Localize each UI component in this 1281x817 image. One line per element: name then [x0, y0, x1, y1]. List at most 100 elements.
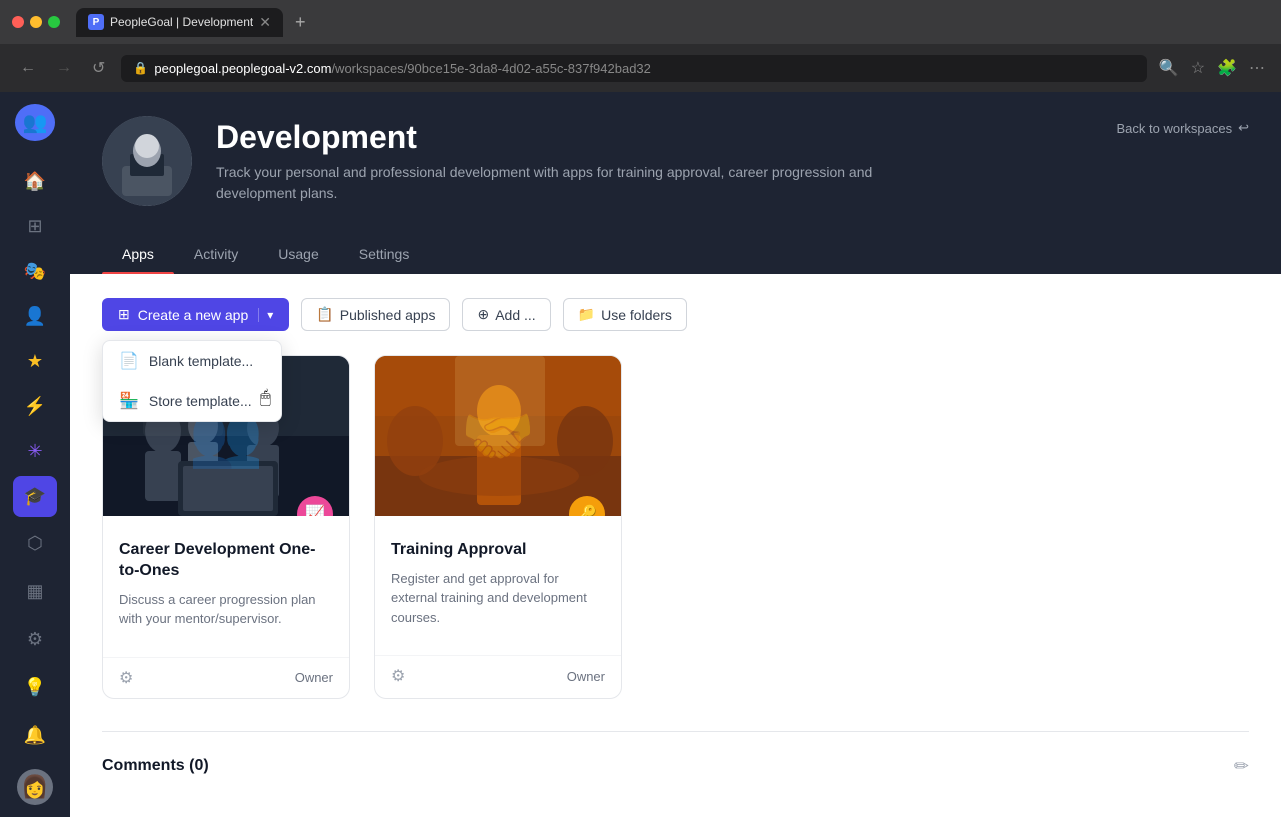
training-card-body: Training Approval Register and get appro… [375, 516, 621, 655]
back-arrow-icon: ↩ [1238, 120, 1249, 136]
extensions-icon[interactable]: 🧩 [1217, 58, 1237, 78]
page-content: ⊞ Create a new app ▾ 📄 Blank template... [70, 274, 1281, 817]
sidebar-item-profile[interactable]: 👤 [13, 296, 57, 337]
use-folders-button[interactable]: 📁 Use folders [563, 298, 687, 331]
blank-template-item[interactable]: 📄 Blank template... [103, 341, 281, 381]
tab-activity[interactable]: Activity [174, 234, 258, 274]
training-app-title: Training Approval [391, 540, 605, 561]
back-label: Back to workspaces [1116, 121, 1232, 136]
store-template-item[interactable]: 🏪 Store template... [103, 381, 281, 421]
browser-tab[interactable]: P PeopleGoal | Development ✕ [76, 8, 283, 37]
minimize-button[interactable] [30, 16, 42, 28]
back-button[interactable]: ← [16, 55, 40, 81]
career-app-title: Career Development One-to-Ones [119, 540, 333, 582]
tab-close-icon[interactable]: ✕ [259, 14, 271, 31]
comments-section: Comments (0) ✏ [102, 731, 1249, 777]
home-icon: 🏠 [24, 171, 46, 192]
add-button[interactable]: ⊕ Add ... [462, 298, 550, 331]
store-template-icon: 🏪 [119, 391, 139, 411]
create-dropdown: 📄 Blank template... 🏪 Store template... [102, 340, 282, 422]
sidebar-item-table[interactable]: ▦ [13, 569, 57, 613]
url-display: peoplegoal.peoplegoal-v2.com/workspaces/… [154, 61, 651, 76]
hex-icon: ⬡ [27, 533, 43, 554]
edit-comment-icon[interactable]: ✏ [1234, 756, 1249, 777]
menu-icon[interactable]: ⋯ [1249, 58, 1265, 78]
tab-apps[interactable]: Apps [102, 234, 174, 274]
career-settings-icon[interactable]: ⚙ [119, 668, 133, 688]
key-icon: 🔑 [577, 504, 597, 516]
star-icon: ★ [27, 351, 43, 372]
main-content: Development Track your personal and prof… [70, 92, 1281, 817]
close-button[interactable] [12, 16, 24, 28]
tab-usage[interactable]: Usage [258, 234, 338, 274]
dropdown-arrow-icon: ▾ [258, 308, 273, 322]
create-new-app-button[interactable]: ⊞ Create a new app ▾ [102, 298, 289, 331]
forward-button[interactable]: → [52, 55, 76, 81]
table-icon: ▦ [26, 581, 43, 602]
career-owner-label: Owner [295, 670, 333, 685]
workspace-description: Track your personal and professional dev… [216, 162, 916, 204]
back-to-workspaces-link[interactable]: Back to workspaces ↩ [1116, 116, 1249, 136]
apps-toolbar: ⊞ Create a new app ▾ 📄 Blank template... [102, 298, 1249, 331]
traffic-lights [12, 16, 60, 28]
sidebar-item-settings[interactable]: ⚙ [13, 617, 57, 661]
tab-favicon: P [88, 14, 104, 30]
published-icon: 📋 [316, 306, 333, 323]
refresh-button[interactable]: ↺ [88, 54, 109, 82]
career-app-desc: Discuss a career progression plan with y… [119, 590, 333, 629]
trend-icon: 📈 [305, 504, 325, 516]
new-tab-button[interactable]: + [295, 12, 306, 33]
training-app-desc: Register and get approval for external t… [391, 569, 605, 628]
folder-icon: 📁 [578, 306, 595, 323]
add-icon: ⊕ [477, 306, 489, 323]
sidebar-item-integrations[interactable]: ✳ [13, 431, 57, 472]
sidebar-item-structure[interactable]: ⬡ [13, 521, 57, 565]
sidebar-item-people[interactable]: 🎭 [13, 251, 57, 292]
logo-icon: 👥 [23, 110, 48, 135]
sidebar-item-home[interactable]: 🏠 [13, 161, 57, 202]
sidebar-item-development[interactable]: 🎓 [13, 476, 57, 517]
asterisk-icon: ✳ [27, 441, 42, 462]
workspace-avatar [102, 116, 192, 206]
workspace-header: Development Track your personal and prof… [70, 92, 1281, 274]
gear-icon: ⚙ [27, 629, 43, 650]
card-image-training: 🔑 [375, 356, 621, 516]
comments-title: Comments (0) [102, 757, 209, 775]
sidebar-item-favorites[interactable]: ★ [13, 341, 57, 382]
sidebar: 👥 🏠 ⊞ 🎭 👤 ★ ⚡ ✳ 🎓 [0, 92, 70, 817]
bell-icon: 🔔 [24, 725, 46, 746]
graduation-icon: 🎓 [24, 486, 46, 507]
sidebar-item-apps[interactable]: ⊞ [13, 206, 57, 247]
user-avatar-icon: 👩 [21, 774, 48, 800]
user-avatar[interactable]: 👩 [17, 769, 53, 805]
sidebar-item-lightbulb[interactable]: 💡 [13, 665, 57, 709]
workspace-tabs: Apps Activity Usage Settings [102, 234, 1249, 274]
grid-icon: ⊞ [27, 216, 42, 237]
address-bar[interactable]: 🔒 peoplegoal.peoplegoal-v2.com/workspace… [121, 55, 1146, 82]
training-settings-icon[interactable]: ⚙ [391, 666, 405, 686]
sidebar-item-bell[interactable]: 🔔 [13, 713, 57, 757]
training-card-footer: ⚙ Owner [375, 655, 621, 696]
tab-title: PeopleGoal | Development [110, 15, 253, 29]
career-card-footer: ⚙ Owner [103, 657, 349, 698]
tab-settings[interactable]: Settings [339, 234, 430, 274]
training-owner-label: Owner [567, 669, 605, 684]
maximize-button[interactable] [48, 16, 60, 28]
search-toolbar-icon[interactable]: 🔍 [1159, 58, 1179, 78]
sidebar-item-activity[interactable]: ⚡ [13, 386, 57, 427]
career-card-body: Career Development One-to-Ones Discuss a… [103, 516, 349, 657]
workspace-title: Development [216, 119, 916, 156]
published-apps-button[interactable]: 📋 Published apps [301, 298, 450, 331]
workspace-avatar-image [102, 116, 192, 206]
bookmark-icon[interactable]: ☆ [1191, 58, 1205, 78]
lightbulb-icon: 💡 [24, 677, 46, 698]
app-card-training[interactable]: 🔑 Training Approval Register and get app… [374, 355, 622, 699]
people-icon: 🎭 [24, 261, 46, 282]
training-image-svg [375, 356, 621, 516]
create-icon: ⊞ [118, 306, 130, 323]
profile-icon: 👤 [24, 306, 46, 327]
app-logo[interactable]: 👥 [15, 104, 55, 141]
blank-template-icon: 📄 [119, 351, 139, 371]
lock-icon: 🔒 [133, 61, 148, 75]
lightning-icon: ⚡ [24, 396, 46, 417]
